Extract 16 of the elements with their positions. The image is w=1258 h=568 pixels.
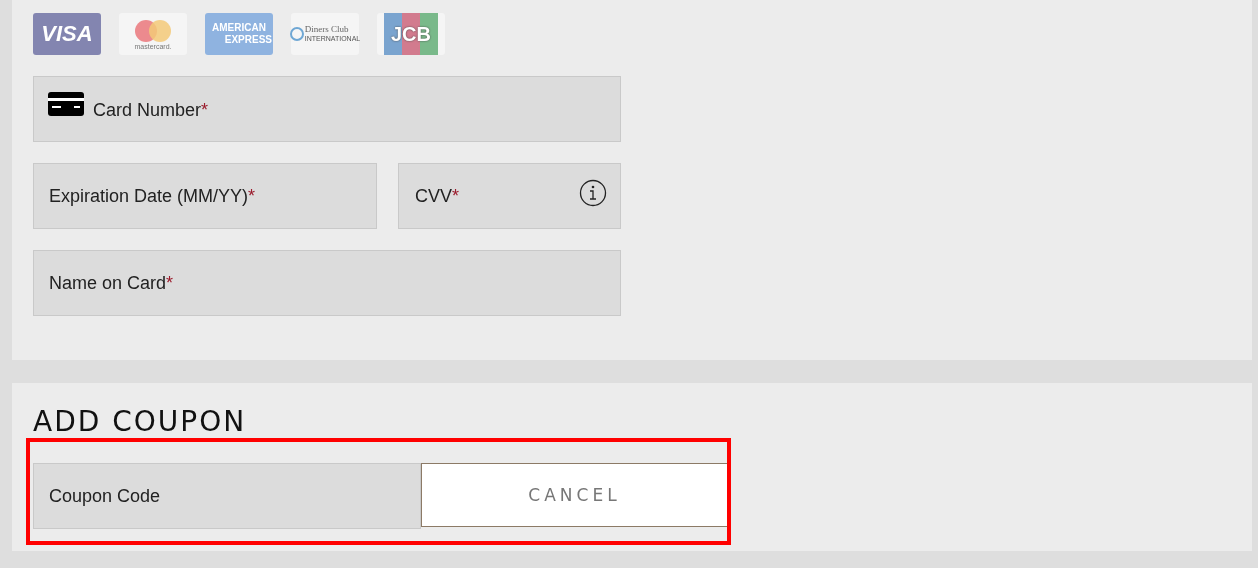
field-placeholder: Expiration Date (MM/YY)* xyxy=(49,185,256,207)
american-express-logo: AMERICAN EXPRESS xyxy=(205,13,273,55)
field-placeholder: Card Number* xyxy=(93,99,209,121)
field-placeholder: CVV* xyxy=(415,185,460,207)
cancel-button[interactable]: CANCEL xyxy=(421,463,728,527)
field-placeholder: Name on Card* xyxy=(49,272,174,294)
cvv-field[interactable]: CVV* xyxy=(398,163,621,229)
visa-logo: VISA xyxy=(33,13,101,55)
field-placeholder: Coupon Code xyxy=(49,485,161,507)
card-number-field[interactable]: Card Number* xyxy=(33,76,621,142)
credit-card-icon xyxy=(48,92,84,116)
coupon-code-field[interactable]: Coupon Code xyxy=(33,463,421,529)
info-icon[interactable] xyxy=(579,179,607,207)
section-heading: ADD COUPON xyxy=(33,405,248,439)
name-field[interactable]: Name on Card* xyxy=(33,250,621,316)
expiration-field[interactable]: Expiration Date (MM/YY)* xyxy=(33,163,377,229)
